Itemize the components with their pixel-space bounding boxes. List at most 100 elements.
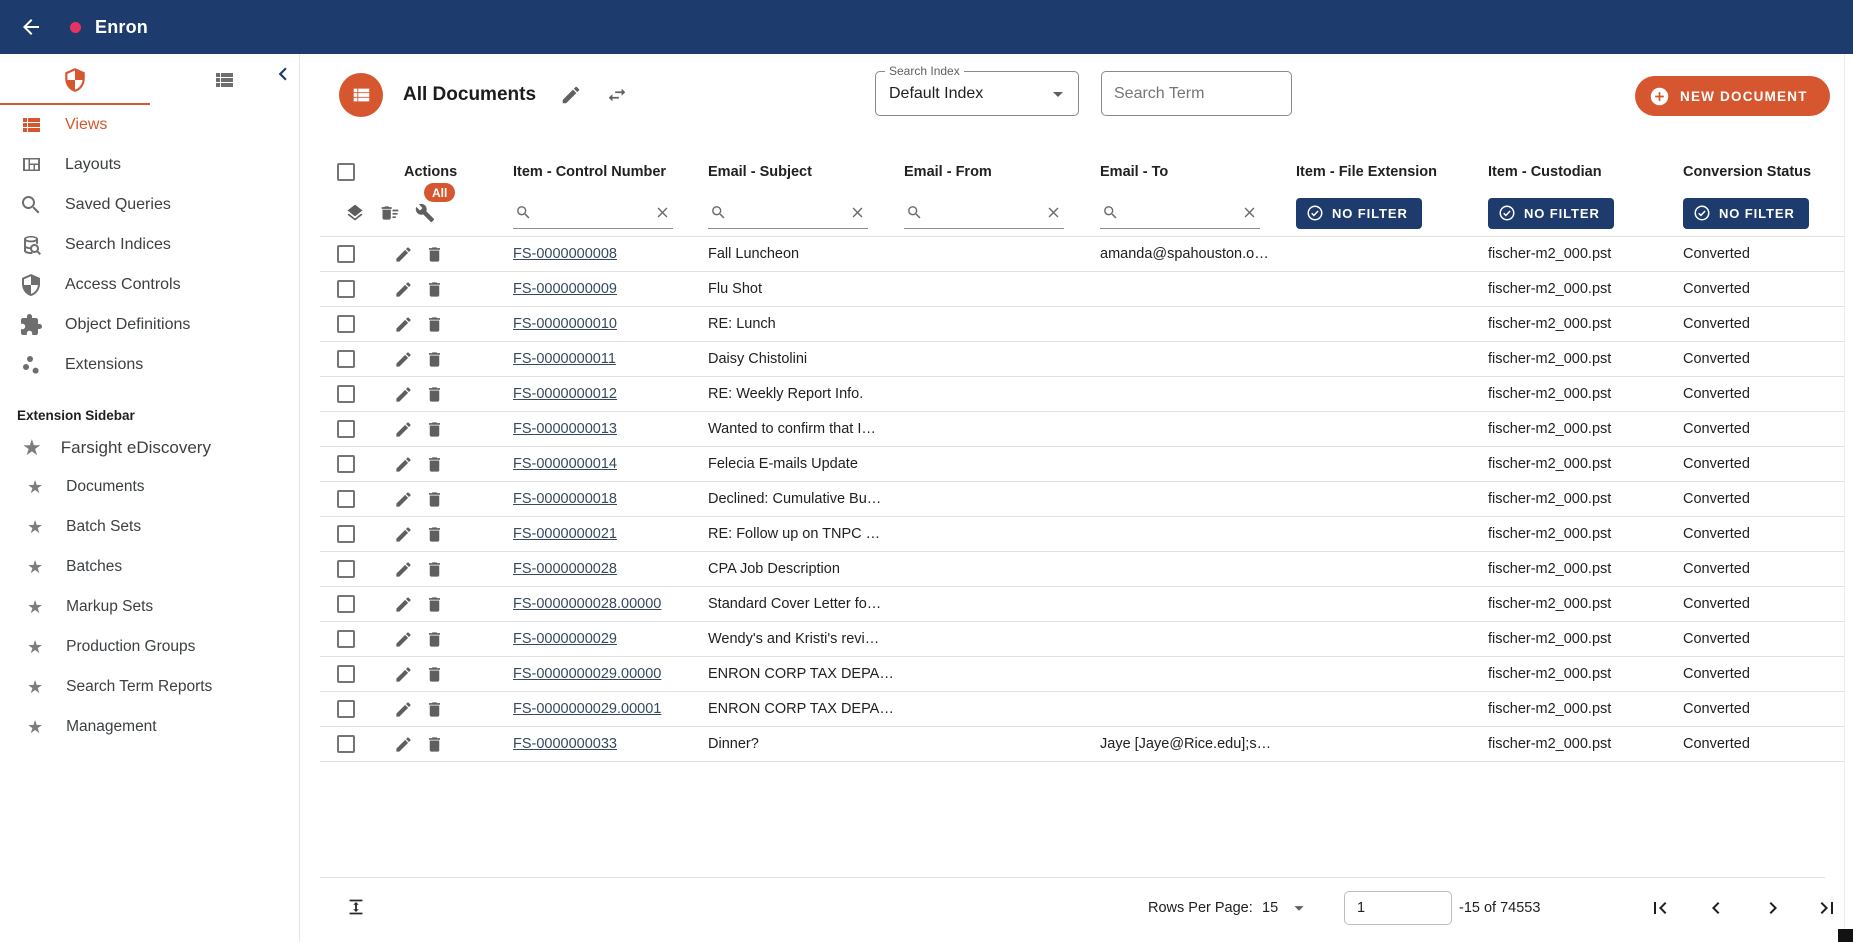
row-checkbox[interactable] <box>337 560 355 578</box>
control-number-link[interactable]: FS-0000000029 <box>513 631 617 647</box>
row-checkbox[interactable] <box>337 665 355 683</box>
filter-email-from[interactable] <box>904 197 1064 229</box>
control-number-link[interactable]: FS-0000000009 <box>513 281 617 297</box>
sidebar-item-search-term-reports[interactable]: ★ Search Term Reports <box>0 667 299 707</box>
search-term-input[interactable] <box>1101 71 1292 116</box>
row-checkbox[interactable] <box>337 245 355 263</box>
row-checkbox[interactable] <box>337 490 355 508</box>
sidebar-item-farsight-ediscovery[interactable]: ★ Farsight eDiscovery <box>0 429 299 467</box>
edit-row-button[interactable] <box>394 350 413 369</box>
control-number-link[interactable]: FS-0000000033 <box>513 736 617 752</box>
control-number-link[interactable]: FS-0000000021 <box>513 526 617 542</box>
edit-row-button[interactable] <box>394 385 413 404</box>
sidebar-item-markup-sets[interactable]: ★ Markup Sets <box>0 587 299 627</box>
clear-filter-icon[interactable] <box>654 204 671 221</box>
edit-row-button[interactable] <box>394 560 413 579</box>
row-checkbox[interactable] <box>337 420 355 438</box>
delete-row-button[interactable] <box>425 525 444 544</box>
next-page-button[interactable] <box>1761 896 1785 920</box>
clear-filter-icon[interactable] <box>1241 204 1258 221</box>
clear-filter-icon[interactable] <box>1045 204 1062 221</box>
delete-row-button[interactable] <box>425 420 444 439</box>
row-checkbox[interactable] <box>337 525 355 543</box>
sidebar-item-saved-queries[interactable]: Saved Queries <box>0 185 299 225</box>
control-number-link[interactable]: FS-0000000028 <box>513 561 617 577</box>
control-number-link[interactable]: FS-0000000014 <box>513 456 617 472</box>
edit-row-button[interactable] <box>394 595 413 614</box>
sidebar-item-access-controls[interactable]: Access Controls <box>0 265 299 305</box>
row-checkbox[interactable] <box>337 735 355 753</box>
row-checkbox[interactable] <box>337 315 355 333</box>
delete-row-button[interactable] <box>425 455 444 474</box>
delete-row-button[interactable] <box>425 280 444 299</box>
sidebar-item-management[interactable]: ★ Management <box>0 707 299 747</box>
back-button[interactable] <box>16 12 46 42</box>
rows-per-page-dropdown[interactable] <box>1288 897 1310 919</box>
control-number-link[interactable]: FS-0000000010 <box>513 316 617 332</box>
filter-custodian-button[interactable]: NO FILTER <box>1488 198 1614 229</box>
edit-view-button[interactable] <box>560 84 582 106</box>
sidebar-item-production-groups[interactable]: ★ Production Groups <box>0 627 299 667</box>
edit-row-button[interactable] <box>394 245 413 264</box>
last-page-button[interactable] <box>1815 896 1839 920</box>
delete-row-button[interactable] <box>425 595 444 614</box>
control-number-link[interactable]: FS-0000000029.00000 <box>513 666 661 682</box>
row-checkbox[interactable] <box>337 385 355 403</box>
bulk-tools-button[interactable] <box>415 203 435 223</box>
previous-page-button[interactable] <box>1704 896 1728 920</box>
control-number-link[interactable]: FS-0000000008 <box>513 246 617 262</box>
row-checkbox[interactable] <box>337 700 355 718</box>
delete-row-button[interactable] <box>425 350 444 369</box>
delete-row-button[interactable] <box>425 385 444 404</box>
switch-view-button[interactable] <box>606 84 628 106</box>
edit-row-button[interactable] <box>394 735 413 754</box>
control-number-link[interactable]: FS-0000000029.00001 <box>513 701 661 717</box>
select-all-checkbox[interactable] <box>337 163 355 181</box>
edit-row-button[interactable] <box>394 280 413 299</box>
bulk-delete-button[interactable] <box>380 203 400 223</box>
filter-email-to[interactable] <box>1100 197 1260 229</box>
edit-row-button[interactable] <box>394 525 413 544</box>
row-checkbox[interactable] <box>337 350 355 368</box>
new-document-button[interactable]: NEW DOCUMENT <box>1635 76 1830 116</box>
edit-row-button[interactable] <box>394 315 413 334</box>
row-checkbox[interactable] <box>337 630 355 648</box>
edit-row-button[interactable] <box>394 665 413 684</box>
delete-row-button[interactable] <box>425 315 444 334</box>
row-checkbox[interactable] <box>337 280 355 298</box>
control-number-link[interactable]: FS-0000000028.00000 <box>513 596 661 612</box>
sidebar-collapse-button[interactable] <box>269 60 297 88</box>
delete-row-button[interactable] <box>425 665 444 684</box>
tab-admin[interactable] <box>0 54 150 105</box>
control-number-link[interactable]: FS-0000000011 <box>513 351 616 367</box>
control-number-link[interactable]: FS-0000000013 <box>513 421 617 437</box>
edit-row-button[interactable] <box>394 455 413 474</box>
row-checkbox[interactable] <box>337 595 355 613</box>
delete-row-button[interactable] <box>425 490 444 509</box>
filter-email-subject[interactable] <box>708 197 868 229</box>
sidebar-item-search-indices[interactable]: Search Indices <box>0 225 299 265</box>
filter-conversion-status-button[interactable]: NO FILTER <box>1683 198 1809 229</box>
edit-row-button[interactable] <box>394 420 413 439</box>
delete-row-button[interactable] <box>425 245 444 264</box>
sidebar-item-views[interactable]: Views <box>0 105 299 145</box>
delete-row-button[interactable] <box>425 735 444 754</box>
sidebar-item-layouts[interactable]: Layouts <box>0 145 299 185</box>
bulk-layers-button[interactable] <box>345 203 365 223</box>
search-index-select[interactable]: Search Index Default Index <box>875 71 1079 116</box>
edit-row-button[interactable] <box>394 630 413 649</box>
sidebar-item-batch-sets[interactable]: ★ Batch Sets <box>0 507 299 547</box>
control-number-link[interactable]: FS-0000000018 <box>513 491 617 507</box>
fit-height-button[interactable] <box>345 896 367 918</box>
clear-filter-icon[interactable] <box>849 204 866 221</box>
delete-row-button[interactable] <box>425 630 444 649</box>
sidebar-item-documents[interactable]: ★ Documents <box>0 467 299 507</box>
sidebar-item-extensions[interactable]: Extensions <box>0 345 299 385</box>
first-page-button[interactable] <box>1648 896 1672 920</box>
filter-control-number[interactable] <box>513 197 673 229</box>
rows-per-page-value[interactable]: 15 <box>1262 900 1278 916</box>
filter-file-extension-button[interactable]: NO FILTER <box>1296 198 1422 229</box>
edit-row-button[interactable] <box>394 700 413 719</box>
delete-row-button[interactable] <box>425 700 444 719</box>
edit-row-button[interactable] <box>394 490 413 509</box>
